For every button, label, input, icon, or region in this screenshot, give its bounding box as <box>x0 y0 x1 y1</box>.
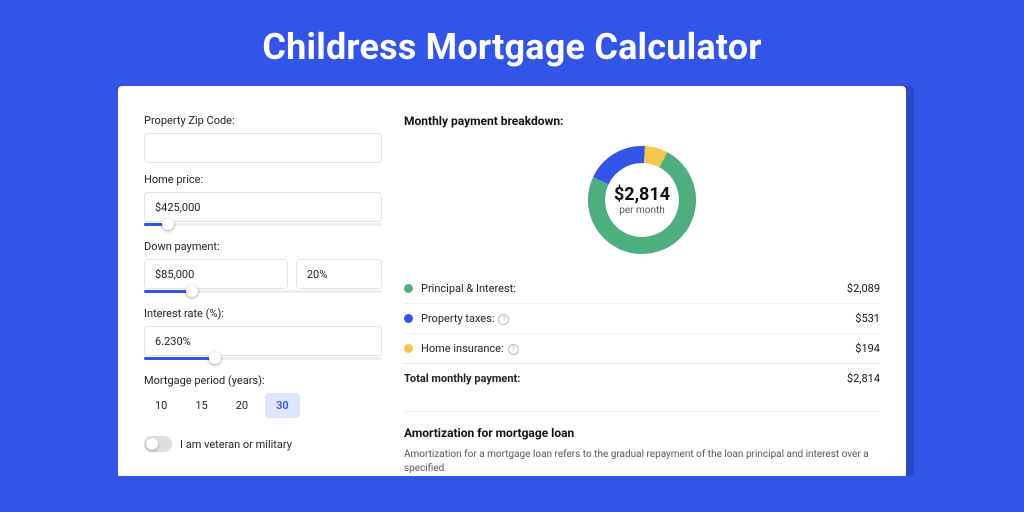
down-payment-pct-input[interactable] <box>296 259 382 289</box>
info-icon[interactable]: ? <box>508 344 519 355</box>
amortization-body: Amortization for a mortgage loan refers … <box>404 448 880 476</box>
mortgage-period-group: 1015 2030 <box>144 393 382 418</box>
breakdown-heading: Monthly payment breakdown: <box>404 114 880 128</box>
legend-dot <box>404 314 413 323</box>
mortgage-period-label: Mortgage period (years): <box>144 374 382 387</box>
zip-input[interactable] <box>144 133 382 163</box>
total-label: Total monthly payment: <box>404 372 847 385</box>
breakdown-label: Principal & Interest: <box>421 282 847 295</box>
breakdown-column: Monthly payment breakdown: $2,814 per mo… <box>404 114 880 476</box>
calculator-panel: Property Zip Code: Home price: Down paym… <box>118 86 906 476</box>
legend-dot <box>404 284 413 293</box>
interest-rate-slider[interactable] <box>144 354 382 364</box>
info-icon[interactable]: ? <box>498 314 509 325</box>
down-payment-label: Down payment: <box>144 240 382 253</box>
zip-label: Property Zip Code: <box>144 114 382 127</box>
slider-thumb[interactable] <box>162 218 174 230</box>
interest-rate-label: Interest rate (%): <box>144 307 382 320</box>
total-value: $2,814 <box>847 372 880 385</box>
down-payment-slider[interactable] <box>144 287 382 297</box>
breakdown-row: Property taxes:?$531 <box>404 303 880 333</box>
veteran-toggle[interactable] <box>144 436 172 452</box>
home-price-slider[interactable] <box>144 220 382 230</box>
slider-thumb[interactable] <box>186 285 198 297</box>
period-button-30[interactable]: 30 <box>265 393 300 418</box>
legend-dot <box>404 344 413 353</box>
breakdown-label: Property taxes:? <box>421 312 855 325</box>
breakdown-row: Home insurance:?$194 <box>404 333 880 363</box>
breakdown-value: $2,089 <box>847 282 880 295</box>
period-button-15[interactable]: 15 <box>184 393 218 418</box>
home-price-label: Home price: <box>144 173 382 186</box>
interest-rate-input[interactable] <box>144 326 382 356</box>
donut-center-sub: per month <box>619 205 665 216</box>
period-button-10[interactable]: 10 <box>144 393 178 418</box>
home-price-input[interactable] <box>144 192 382 222</box>
payment-donut-chart: $2,814 per month <box>582 140 702 260</box>
down-payment-input[interactable] <box>144 259 288 289</box>
donut-center-amount: $2,814 <box>614 184 670 205</box>
inputs-column: Property Zip Code: Home price: Down paym… <box>144 114 382 476</box>
breakdown-value: $531 <box>855 312 880 325</box>
veteran-label: I am veteran or military <box>180 438 292 451</box>
slider-thumb[interactable] <box>209 352 221 364</box>
page-title: Childress Mortgage Calculator <box>0 0 1024 86</box>
period-button-20[interactable]: 20 <box>225 393 259 418</box>
amortization-heading: Amortization for mortgage loan <box>404 426 880 440</box>
breakdown-value: $194 <box>855 342 880 355</box>
breakdown-row: Principal & Interest:$2,089 <box>404 274 880 303</box>
breakdown-label: Home insurance:? <box>421 342 855 355</box>
